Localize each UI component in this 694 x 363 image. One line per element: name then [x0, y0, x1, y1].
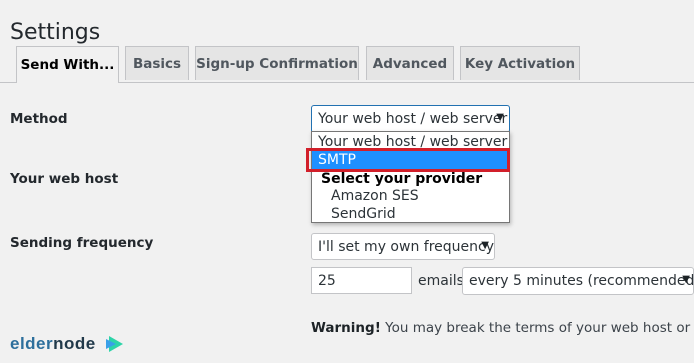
logo-arrow-icon [106, 336, 123, 352]
sending-frequency-label: Sending frequency [10, 235, 154, 251]
web-host-label: Your web host [10, 171, 119, 187]
eldernode-logo: eldernode [10, 334, 96, 353]
settings-tabs: Send With... Basics Sign-up Confirmation… [0, 46, 694, 83]
frequency-mode-value: I'll set my own frequency [318, 238, 494, 255]
emails-unit-label: emails [418, 273, 464, 289]
page-title: Settings [10, 19, 101, 45]
chevron-down-icon: ▼ [682, 274, 690, 285]
method-select-value: Your web host / web server [318, 111, 508, 127]
chevron-down-icon: ▼ [496, 112, 504, 123]
warning-prefix: Warning! [311, 320, 381, 336]
chevron-down-icon: ▼ [481, 240, 489, 251]
smtp-highlight-box [306, 148, 510, 172]
method-label: Method [10, 111, 68, 127]
interval-select[interactable]: every 5 minutes (recommended) ▼ [462, 267, 694, 295]
email-count-input[interactable]: 25 [311, 267, 412, 294]
tab-basics[interactable]: Basics [125, 46, 189, 80]
warning-message: You may break the terms of your web host… [380, 320, 694, 336]
frequency-mode-select[interactable]: I'll set my own frequency ▼ [311, 233, 495, 260]
tab-send-with[interactable]: Send With... [16, 46, 119, 83]
tab-advanced[interactable]: Advanced [366, 46, 454, 80]
warning-text: Warning! You may break the terms of your… [311, 320, 694, 336]
email-count-value: 25 [318, 272, 336, 289]
option-sendgrid[interactable]: SendGrid [312, 205, 509, 223]
option-amazon-ses[interactable]: Amazon SES [312, 187, 509, 205]
tab-key-activation[interactable]: Key Activation [460, 46, 580, 80]
interval-value: every 5 minutes (recommended) [469, 273, 694, 289]
method-select[interactable]: Your web host / web server ▼ [311, 105, 510, 133]
method-dropdown-list: Your web host / web server SMTP Select y… [311, 131, 510, 223]
optgroup-label: Select your provider [321, 171, 483, 187]
tab-signup-confirmation[interactable]: Sign-up Confirmation [195, 46, 359, 80]
